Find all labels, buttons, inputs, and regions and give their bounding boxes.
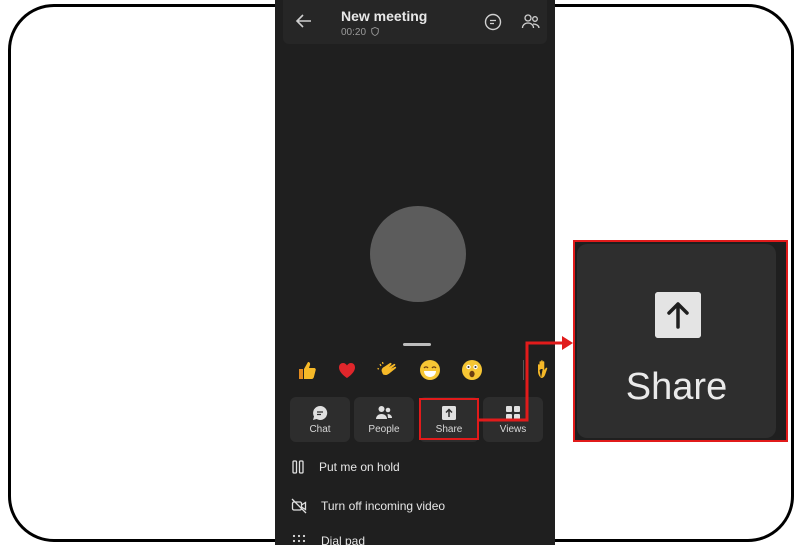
share-zoom-button: Share — [577, 244, 776, 438]
share-zoom-callout: Share — [573, 240, 788, 442]
share-zoom-icon — [655, 292, 701, 338]
share-zoom-label: Share — [625, 366, 728, 408]
